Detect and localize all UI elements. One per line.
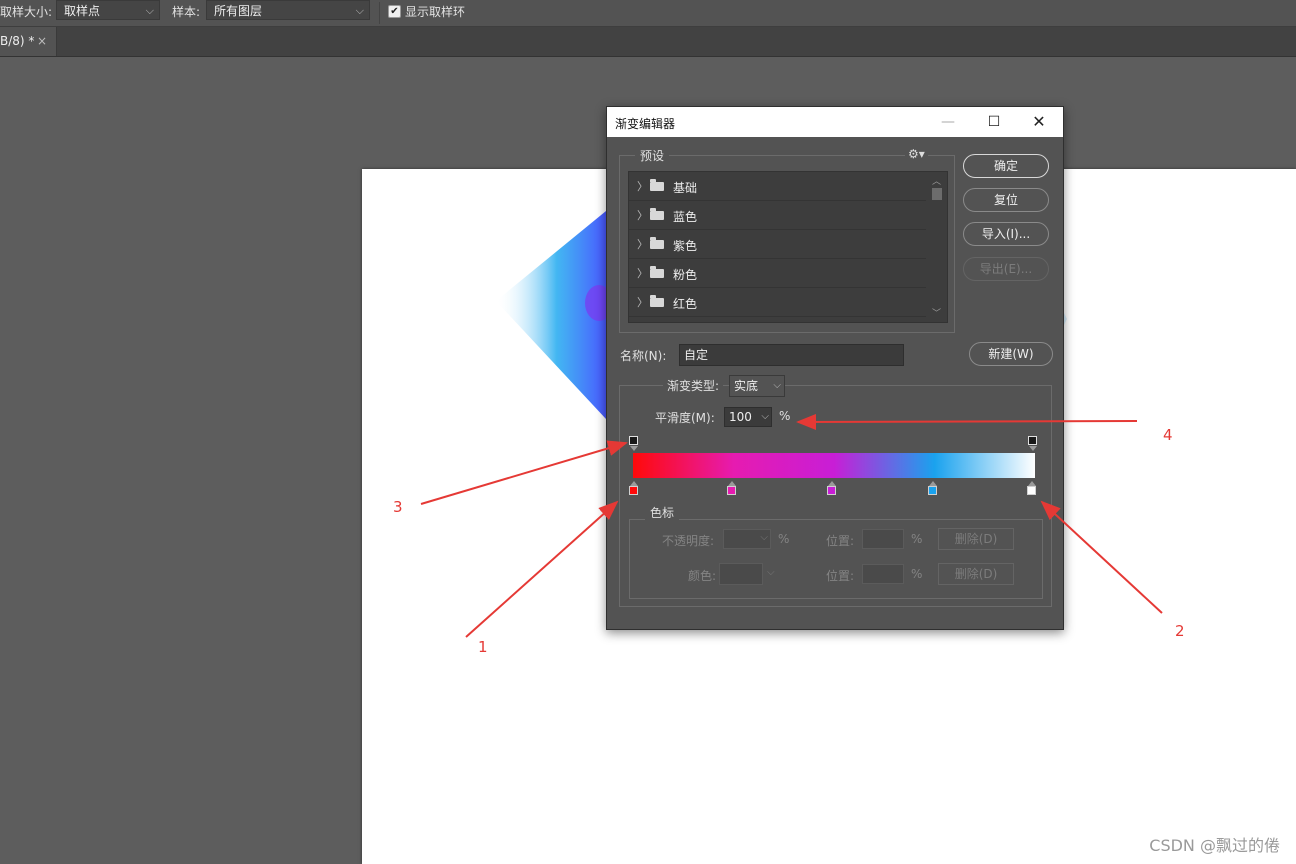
- watermark: CSDN @飘过的倦: [1149, 836, 1280, 855]
- annotation-label-3: 3: [393, 498, 403, 516]
- annotation-arrow-2: [1040, 500, 1163, 614]
- annotation-arrow-4: [796, 413, 1138, 430]
- annotation-label-2: 2: [1175, 622, 1185, 640]
- annotation-label-1: 1: [478, 638, 488, 656]
- annotation-label-4: 4: [1163, 426, 1173, 444]
- annotation-arrows: [420, 413, 1163, 638]
- annotation-arrow-3: [420, 440, 628, 505]
- annotation-arrow-1: [465, 500, 619, 638]
